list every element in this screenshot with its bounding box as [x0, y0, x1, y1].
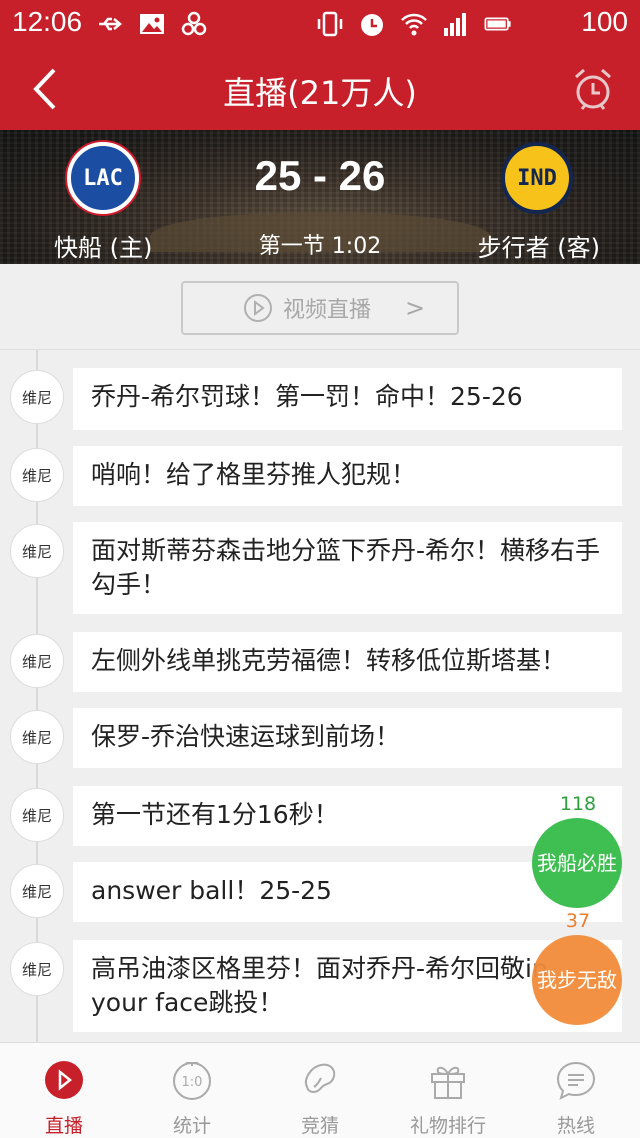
play-circle-icon [45, 1061, 83, 1099]
alarm-clock-icon [575, 68, 611, 110]
message-bubble: 保罗-乔治快速运球到前场！ [73, 708, 622, 768]
live-feed[interactable]: 维尼 乔丹-希尔罚球！第一罚！命中！25-26 维尼 哨响！给了格里芬推人犯规！… [0, 350, 640, 1042]
play-circle-icon [244, 294, 272, 322]
commentator-avatar[interactable]: 维尼 [10, 788, 64, 842]
nav-tab-live[interactable]: 直播 [0, 1043, 128, 1138]
gift-icon [431, 1066, 465, 1099]
home-team-name: 快船 (主) [54, 234, 153, 262]
away-vote-button[interactable]: 我步无敌 [532, 935, 622, 1025]
svg-text:1:0: 1:0 [182, 1075, 203, 1090]
nav-tab-hotline[interactable]: 热线 [512, 1043, 640, 1138]
back-button[interactable] [24, 62, 68, 116]
commentator-avatar[interactable]: 维尼 [10, 710, 64, 764]
commentator-avatar[interactable]: 维尼 [10, 524, 64, 578]
message-bubble: 哨响！给了格里芬推人犯规！ [73, 446, 622, 506]
vibrate-icon [316, 10, 344, 38]
scoreboard-icon: 1:0 [173, 1062, 211, 1100]
video-section: 视频直播 > [0, 264, 640, 350]
message-bubble: 左侧外线单挑克劳福德！转移低位斯塔基！ [73, 632, 622, 692]
home-vote-button[interactable]: 我船必胜 [532, 818, 622, 908]
scoreboard: LAC 25 - 26 IND 快船 (主) 第一节 1:02 步行者 (客) [0, 130, 640, 264]
nav-tab-gift-ranking[interactable]: 礼物排行 [384, 1043, 512, 1138]
image-icon [138, 10, 166, 38]
chevron-right-icon: > [405, 294, 426, 322]
commentator-avatar[interactable]: 维尼 [10, 864, 64, 918]
usb-icon [96, 10, 124, 38]
away-team-name: 步行者 (客) [477, 234, 600, 262]
chevron-left-icon [33, 68, 56, 110]
commentator-avatar[interactable]: 维尼 [10, 634, 64, 688]
bottom-nav: 直播 1:0 统计 竞猜 礼物排行 热线 [0, 1042, 640, 1138]
status-bar: 12:06 100 [0, 0, 640, 48]
nav-tab-label: 热线 [556, 1115, 595, 1137]
commentator-avatar[interactable]: 维尼 [10, 448, 64, 502]
nav-tab-label: 礼物排行 [409, 1115, 486, 1137]
commentator-avatar[interactable]: 维尼 [10, 370, 64, 424]
bean-icon [305, 1063, 336, 1093]
wifi-icon [400, 10, 428, 38]
game-period: 第一节 1:02 [258, 234, 382, 259]
nav-tab-stats[interactable]: 1:0 统计 [128, 1043, 256, 1138]
nav-tab-quiz[interactable]: 竞猜 [256, 1043, 384, 1138]
battery-icon [484, 10, 512, 38]
signal-icon [442, 10, 470, 38]
nav-tab-label: 竞猜 [300, 1115, 339, 1137]
video-live-button[interactable]: 视频直播 > [181, 281, 459, 335]
battery-level: 100 [581, 6, 628, 37]
away-team-logo[interactable]: IND [501, 142, 573, 214]
nav-tab-label: 统计 [172, 1115, 211, 1137]
home-vote-count: 118 [559, 793, 597, 815]
chat-bubble-icon [556, 1061, 596, 1100]
app-header: 直播(21万人) [0, 48, 640, 130]
home-team-logo[interactable]: LAC [67, 142, 139, 214]
message-bubble: 面对斯蒂芬森击地分篮下乔丹-希尔！横移右手勾手！ [73, 522, 622, 614]
share-icon [180, 10, 208, 38]
page-title: 直播(21万人) [223, 74, 417, 112]
away-vote-count: 37 [565, 910, 591, 932]
status-time: 12:06 [12, 6, 83, 37]
alarm-status-icon [358, 10, 386, 38]
score: 25 - 26 [254, 152, 386, 199]
message-bubble: 乔丹-希尔罚球！第一罚！命中！25-26 [73, 368, 622, 430]
nav-tab-label: 直播 [44, 1115, 83, 1137]
alarm-button[interactable] [570, 62, 616, 116]
video-live-label: 视频直播 [283, 298, 372, 323]
commentator-avatar[interactable]: 维尼 [10, 942, 64, 996]
